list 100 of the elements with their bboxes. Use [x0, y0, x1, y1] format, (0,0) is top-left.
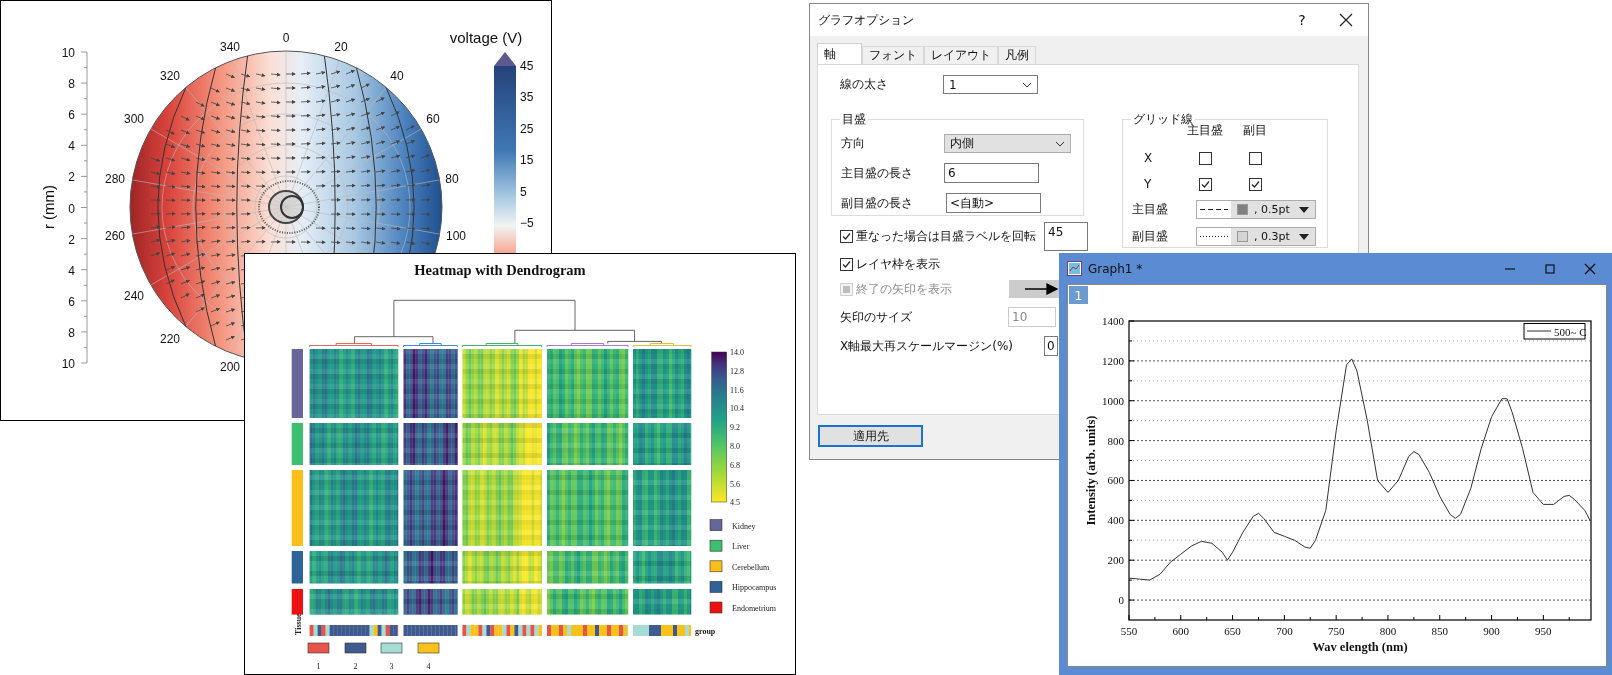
colorbar-tick-label: 4.5 — [730, 498, 740, 507]
legend-label: Liver — [732, 542, 750, 552]
angle-label: 220 — [160, 332, 180, 346]
line-width-text: , 0.5pt — [1254, 203, 1291, 216]
legend-label: 500~ C — [1554, 325, 1587, 338]
axis-tick-label: 550 — [1120, 625, 1138, 637]
axis-tick-label: 800 — [1107, 434, 1124, 447]
window-title: グラフオプション — [818, 12, 915, 28]
checkbox-label: 終了の矢印を表示 — [856, 280, 953, 298]
axis-tick-label: 0 — [68, 201, 75, 216]
colorbar-tick-label: −5 — [520, 216, 534, 230]
tab[interactable]: レイアウト — [924, 46, 998, 64]
input-field[interactable]: 45 — [1044, 222, 1088, 251]
colorbar-tick-label: 9.2 — [730, 423, 740, 433]
field-label: 副目盛の長さ — [841, 194, 914, 212]
legend-label: Hippocampus — [732, 583, 777, 593]
axis-tick-label: 850 — [1431, 625, 1448, 637]
legend-label: 2 — [353, 662, 358, 671]
input-field[interactable]: 0 — [1044, 336, 1058, 356]
checkbox-label: 重なった場合は目盛ラベルを回転 — [856, 228, 1037, 245]
angle-label: 40 — [390, 69, 404, 83]
colorbar-tick-label: 11.6 — [730, 385, 744, 395]
colorbar-tick-label: 35 — [520, 90, 534, 105]
group-title: グリッド線 — [1132, 111, 1193, 126]
axis-label: Y — [1144, 177, 1152, 191]
field-label: X軸最大再スケールマージン(%) — [840, 337, 1014, 355]
dropdown[interactable]: 1 — [943, 75, 1038, 94]
angle-label: 20 — [334, 40, 348, 54]
axis-tick-label: 10 — [61, 357, 75, 371]
axis-tick-label: 2 — [68, 170, 75, 185]
input-field[interactable]: <自動> — [946, 193, 1041, 213]
axis-tick-label: 6 — [68, 294, 75, 309]
axis-tick-label: 950 — [1535, 625, 1552, 637]
axis-tick-label: 750 — [1327, 625, 1345, 637]
colorbar-tick-label: 14.0 — [730, 348, 744, 357]
field-label: 線の太さ — [840, 76, 889, 93]
legend-label: 1 — [316, 662, 321, 671]
field-label: 矢印のサイズ — [840, 308, 913, 326]
axis-tick-label: 650 — [1224, 625, 1241, 637]
axis-tick-label: 900 — [1483, 625, 1500, 637]
legend-label: Kidney — [732, 521, 756, 531]
colorbar-tick-label: 10.4 — [730, 404, 744, 414]
tab[interactable]: 軸 — [817, 43, 862, 64]
colorbar-tick-label: 25 — [520, 121, 534, 136]
axis-title: Intensity (arb. units) — [1084, 415, 1098, 526]
axis-tick-label: 2 — [68, 232, 75, 247]
axis-tick-label: 1400 — [1102, 315, 1124, 327]
angle-label: 200 — [220, 360, 240, 374]
line-style-dropdown[interactable]: , 0.3pt — [1196, 227, 1316, 246]
axis-tick-label: 1000 — [1102, 394, 1124, 407]
angle-label: 300 — [124, 112, 144, 126]
axis-tick-label: 6 — [68, 108, 75, 123]
axis-tick-label: 200 — [1107, 554, 1124, 567]
angle-label: 260 — [105, 229, 125, 243]
help-button[interactable]: ? — [1280, 4, 1324, 36]
input-field[interactable]: 6 — [944, 163, 1039, 183]
angle-label: 60 — [426, 112, 440, 126]
axis-tick-label: 400 — [1107, 514, 1124, 527]
colorbar-tick-label: 5.6 — [730, 479, 740, 489]
group-title: 目盛 — [841, 111, 867, 128]
colorbar-tick-label: 12.8 — [730, 366, 744, 376]
colorbar-title: voltage (V) — [449, 29, 523, 46]
colorbar-tick-label: 45 — [520, 59, 534, 73]
window-title: Graph1 * — [1088, 261, 1144, 276]
axis-label: group — [695, 627, 716, 636]
axis-tick-label: 600 — [1107, 474, 1124, 487]
axis-title: Wav elength (nm) — [1312, 640, 1408, 654]
colorbar-tick-label: 15 — [520, 153, 534, 168]
colorbar-tick-label: 8.0 — [730, 442, 740, 451]
axis-tick-label: 0 — [1118, 594, 1124, 607]
legend-label: 3 — [389, 662, 394, 671]
tab[interactable]: フォント — [862, 46, 924, 64]
legend-label: Cerebellum — [732, 562, 770, 572]
field-label: 主目盛の長さ — [841, 164, 914, 182]
axis-tick-label: 4 — [68, 139, 75, 154]
legend-label: Endometrium — [732, 604, 776, 613]
field-label: 方向 — [841, 135, 866, 152]
field-label: 主目盛 — [1132, 201, 1169, 218]
axis-label: Tissue — [294, 613, 303, 635]
axis-tick-label: 8 — [68, 77, 75, 92]
colorbar-tick-label: 5 — [520, 184, 527, 199]
dropdown[interactable]: 内側 — [944, 134, 1071, 153]
axis-tick-label: 700 — [1276, 625, 1293, 637]
axis-tick-label: 10 — [61, 46, 75, 60]
axis-tick-label: 600 — [1172, 625, 1190, 637]
angle-label: 0 — [282, 31, 290, 45]
field-label: 副目盛 — [1132, 228, 1169, 245]
tab[interactable]: 凡例 — [998, 46, 1036, 64]
axis-title: r (mm) — [40, 184, 57, 230]
line-style-dropdown[interactable]: , 0.5pt — [1196, 200, 1316, 219]
axis-label: X — [1144, 151, 1153, 165]
apply-button[interactable]: 適用先 — [818, 425, 923, 447]
axis-tick-label: 4 — [68, 263, 75, 278]
legend-label: 4 — [426, 662, 431, 671]
chart-title: Heatmap with Dendrogram — [414, 262, 586, 278]
angle-label: 100 — [446, 229, 466, 243]
angle-label: 320 — [160, 69, 180, 83]
axis-tick-label: 1200 — [1102, 354, 1124, 367]
colorbar-tick-label: 6.8 — [730, 460, 740, 470]
angle-label: 240 — [124, 289, 144, 303]
